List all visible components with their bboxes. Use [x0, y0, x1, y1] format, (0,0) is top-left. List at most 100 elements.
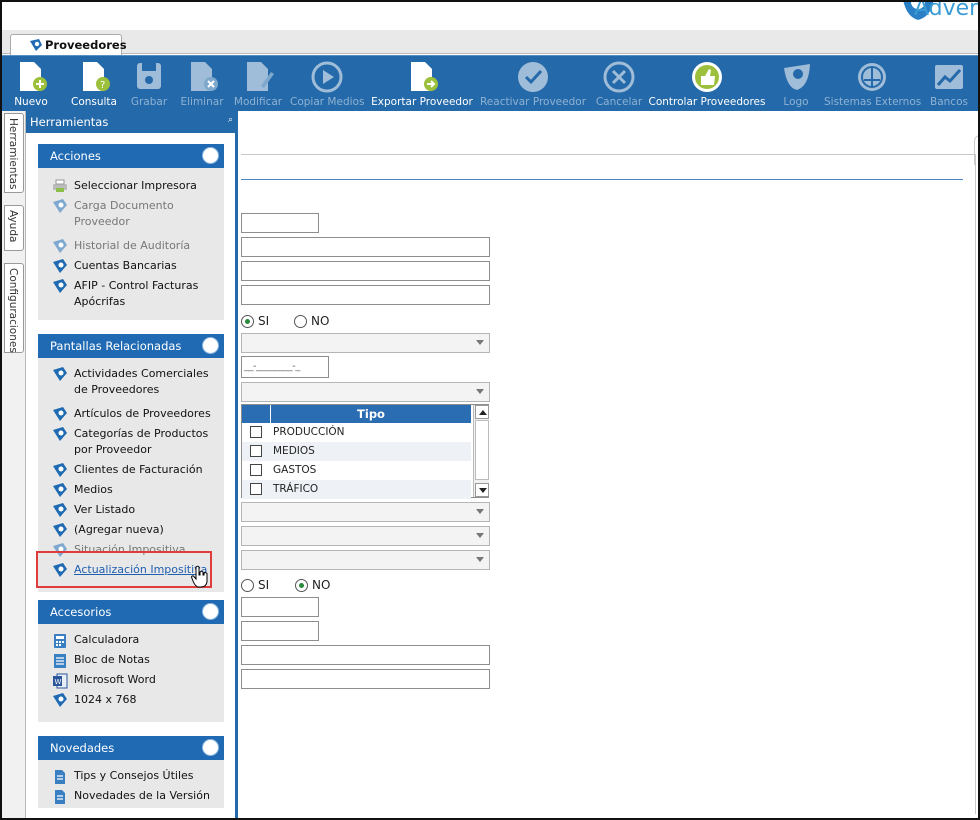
- row-checkbox[interactable]: [250, 445, 262, 457]
- scroll-down-icon[interactable]: [475, 483, 489, 497]
- radio-si-1[interactable]: SI: [241, 314, 269, 328]
- row-label: GASTOS: [273, 464, 317, 476]
- panel-item-afip-control-facturas-apócrifas[interactable]: AFIP - Control Facturas Apócrifas: [50, 278, 220, 310]
- side-tab-configuraciones[interactable]: Configuraciones: [4, 263, 24, 353]
- grid-row[interactable]: PRODUCCIÓN: [242, 423, 471, 442]
- toolbar-button-exportar-proveedor[interactable]: Exportar Proveedor: [370, 56, 474, 112]
- grid-row[interactable]: GASTOS: [242, 461, 471, 480]
- collapse-icon[interactable]: [202, 603, 219, 620]
- toolbar-button-copiar-medios[interactable]: Copiar Medios: [290, 56, 364, 112]
- side-tab-herramientas[interactable]: Herramientas: [4, 113, 24, 193]
- panel-item-historial-de-auditoría[interactable]: Historial de Auditoría: [50, 238, 220, 254]
- panel-item-ver-listado[interactable]: Ver Listado: [50, 502, 220, 518]
- panel-item-tips-y-consejos-útiles[interactable]: Tips y Consejos Útiles: [50, 768, 220, 784]
- toolbar-button-label: Consulta: [70, 96, 117, 108]
- tab-proveedores[interactable]: Proveedores: [10, 34, 127, 55]
- collapse-icon[interactable]: [202, 739, 219, 756]
- group-header[interactable]: Pantallas Relacionadas: [38, 334, 224, 358]
- app-icon: [52, 483, 68, 502]
- masked-input[interactable]: __-________-_: [241, 356, 329, 378]
- select-4[interactable]: [241, 526, 490, 546]
- side-tab-ayuda[interactable]: Ayuda: [4, 205, 24, 251]
- radio-si-2[interactable]: SI: [241, 578, 269, 592]
- group-header[interactable]: Acciones: [38, 144, 224, 168]
- toolbar-button-sistemas-externos[interactable]: Sistemas Externos: [824, 56, 921, 112]
- panel-item-microsoft-word[interactable]: W Microsoft Word: [50, 672, 220, 689]
- toolbar-button-consulta[interactable]: ? Consulta: [64, 56, 124, 112]
- text-field-3[interactable]: [241, 261, 490, 281]
- toolbar-button-grabar[interactable]: Grabar: [130, 56, 168, 112]
- toolbar-button-reactivar-proveedor[interactable]: Reactivar Proveedor: [478, 56, 588, 112]
- row-checkbox[interactable]: [250, 464, 262, 476]
- radio-no-2[interactable]: NO: [295, 578, 330, 592]
- radio-no-1[interactable]: NO: [294, 314, 329, 328]
- calculator-icon: [52, 633, 68, 654]
- panel-item-artículos-de-proveedores[interactable]: Artículos de Proveedores: [50, 406, 220, 422]
- toolbar-button-nuevo[interactable]: Nuevo: [11, 56, 51, 112]
- panel-item-label: AFIP - Control Facturas Apócrifas: [74, 279, 199, 308]
- panel-item-label: Bloc de Notas: [74, 653, 150, 666]
- panel-item-1024-x-768[interactable]: 1024 x 768: [50, 692, 220, 708]
- grid-scrollbar[interactable]: [473, 405, 489, 497]
- panel-item-actividades-comerciales-de-proveedores[interactable]: Actividades Comerciales de Proveedores: [50, 366, 220, 398]
- row-checkbox[interactable]: [250, 426, 262, 438]
- panel-item-seleccionar-impresora[interactable]: Seleccionar Impresora: [50, 178, 220, 194]
- text-field-4[interactable]: [241, 285, 490, 305]
- app-icon: [52, 523, 68, 542]
- group-header[interactable]: Novedades: [38, 736, 224, 760]
- select-1[interactable]: [241, 333, 490, 353]
- panel-item-categorías-de-productos-por-proveedor[interactable]: Categorías de Productos por Proveedor: [50, 426, 220, 458]
- panel-item-label: Actividades Comerciales de Proveedores: [74, 367, 209, 396]
- select-3[interactable]: [241, 502, 490, 522]
- text-field-6[interactable]: [241, 621, 319, 641]
- svg-text:?: ?: [100, 80, 105, 91]
- scroll-thumb[interactable]: [475, 420, 489, 480]
- printer-icon: [52, 179, 68, 198]
- collapse-icon[interactable]: [202, 147, 219, 164]
- text-field-1[interactable]: [241, 213, 319, 233]
- grid-row[interactable]: TRÁFICO: [242, 480, 471, 499]
- panel-item-calculadora[interactable]: Calculadora: [50, 632, 220, 648]
- document-icon: [52, 789, 68, 810]
- toolbar-button-bancos[interactable]: Bancos: [928, 56, 970, 112]
- tools-panel: Herramientas ⌕ Acciones Pantallas Relacio…: [26, 111, 238, 818]
- tipo-grid: Tipo PRODUCCIÓN MEDIOS GASTOS TRÁFICO: [241, 404, 489, 499]
- chevron-down-icon: [476, 340, 484, 345]
- text-field-8[interactable]: [241, 669, 490, 689]
- grid-row[interactable]: MEDIOS: [242, 442, 471, 461]
- toolbar-button-modificar[interactable]: Modificar: [232, 56, 284, 112]
- select-2[interactable]: [241, 382, 490, 402]
- toolbar-button-logo[interactable]: Logo: [776, 56, 816, 112]
- panel-item-bloc-de-notas[interactable]: Bloc de Notas: [50, 652, 220, 668]
- text-field-7[interactable]: [241, 645, 490, 665]
- group-header[interactable]: Accesorios: [38, 600, 224, 624]
- row-checkbox[interactable]: [250, 483, 262, 495]
- play-icon: [311, 61, 343, 93]
- panel-item-medios[interactable]: Medios: [50, 482, 220, 498]
- toolbar-button-eliminar[interactable]: Eliminar: [180, 56, 224, 112]
- chevron-down-icon: [476, 557, 484, 562]
- panel-item-agregar-nueva[interactable]: (Agregar nueva): [50, 522, 220, 538]
- panel-item-carga-documento-proveedor[interactable]: Carga Documento Proveedor: [50, 198, 220, 230]
- panel-item-label: Tips y Consejos Útiles: [74, 769, 194, 782]
- panel-item-cuentas-bancarias[interactable]: Cuentas Bancarias: [50, 258, 220, 274]
- panel-item-novedades-de-la-versión[interactable]: Novedades de la Versión: [50, 788, 220, 804]
- panel-item-clientes-de-facturación[interactable]: Clientes de Facturación: [50, 462, 220, 478]
- radio-dot: [294, 315, 307, 328]
- toolbar-button-controlar-proveedores[interactable]: Controlar Proveedores: [648, 56, 766, 112]
- panel-title: Herramientas: [30, 115, 109, 129]
- collapse-icon[interactable]: [202, 337, 219, 354]
- toolbar-button-cancelar[interactable]: Cancelar: [592, 56, 646, 112]
- toolbar-button-label: Copiar Medios: [290, 96, 365, 108]
- panel-item-label: Carga Documento Proveedor: [74, 199, 174, 228]
- pin-icon[interactable]: ⌕: [228, 115, 233, 125]
- panel-item-label: Medios: [74, 483, 113, 496]
- chevron-down-icon: [476, 389, 484, 394]
- scroll-up-icon[interactable]: [475, 405, 489, 419]
- panel-item-label: (Agregar nueva): [74, 523, 164, 536]
- brand-name: Adver: [914, 0, 979, 21]
- text-field-2[interactable]: [241, 237, 490, 257]
- select-5[interactable]: [241, 550, 490, 570]
- text-field-5[interactable]: [241, 597, 319, 617]
- group-title: Acciones: [50, 149, 101, 163]
